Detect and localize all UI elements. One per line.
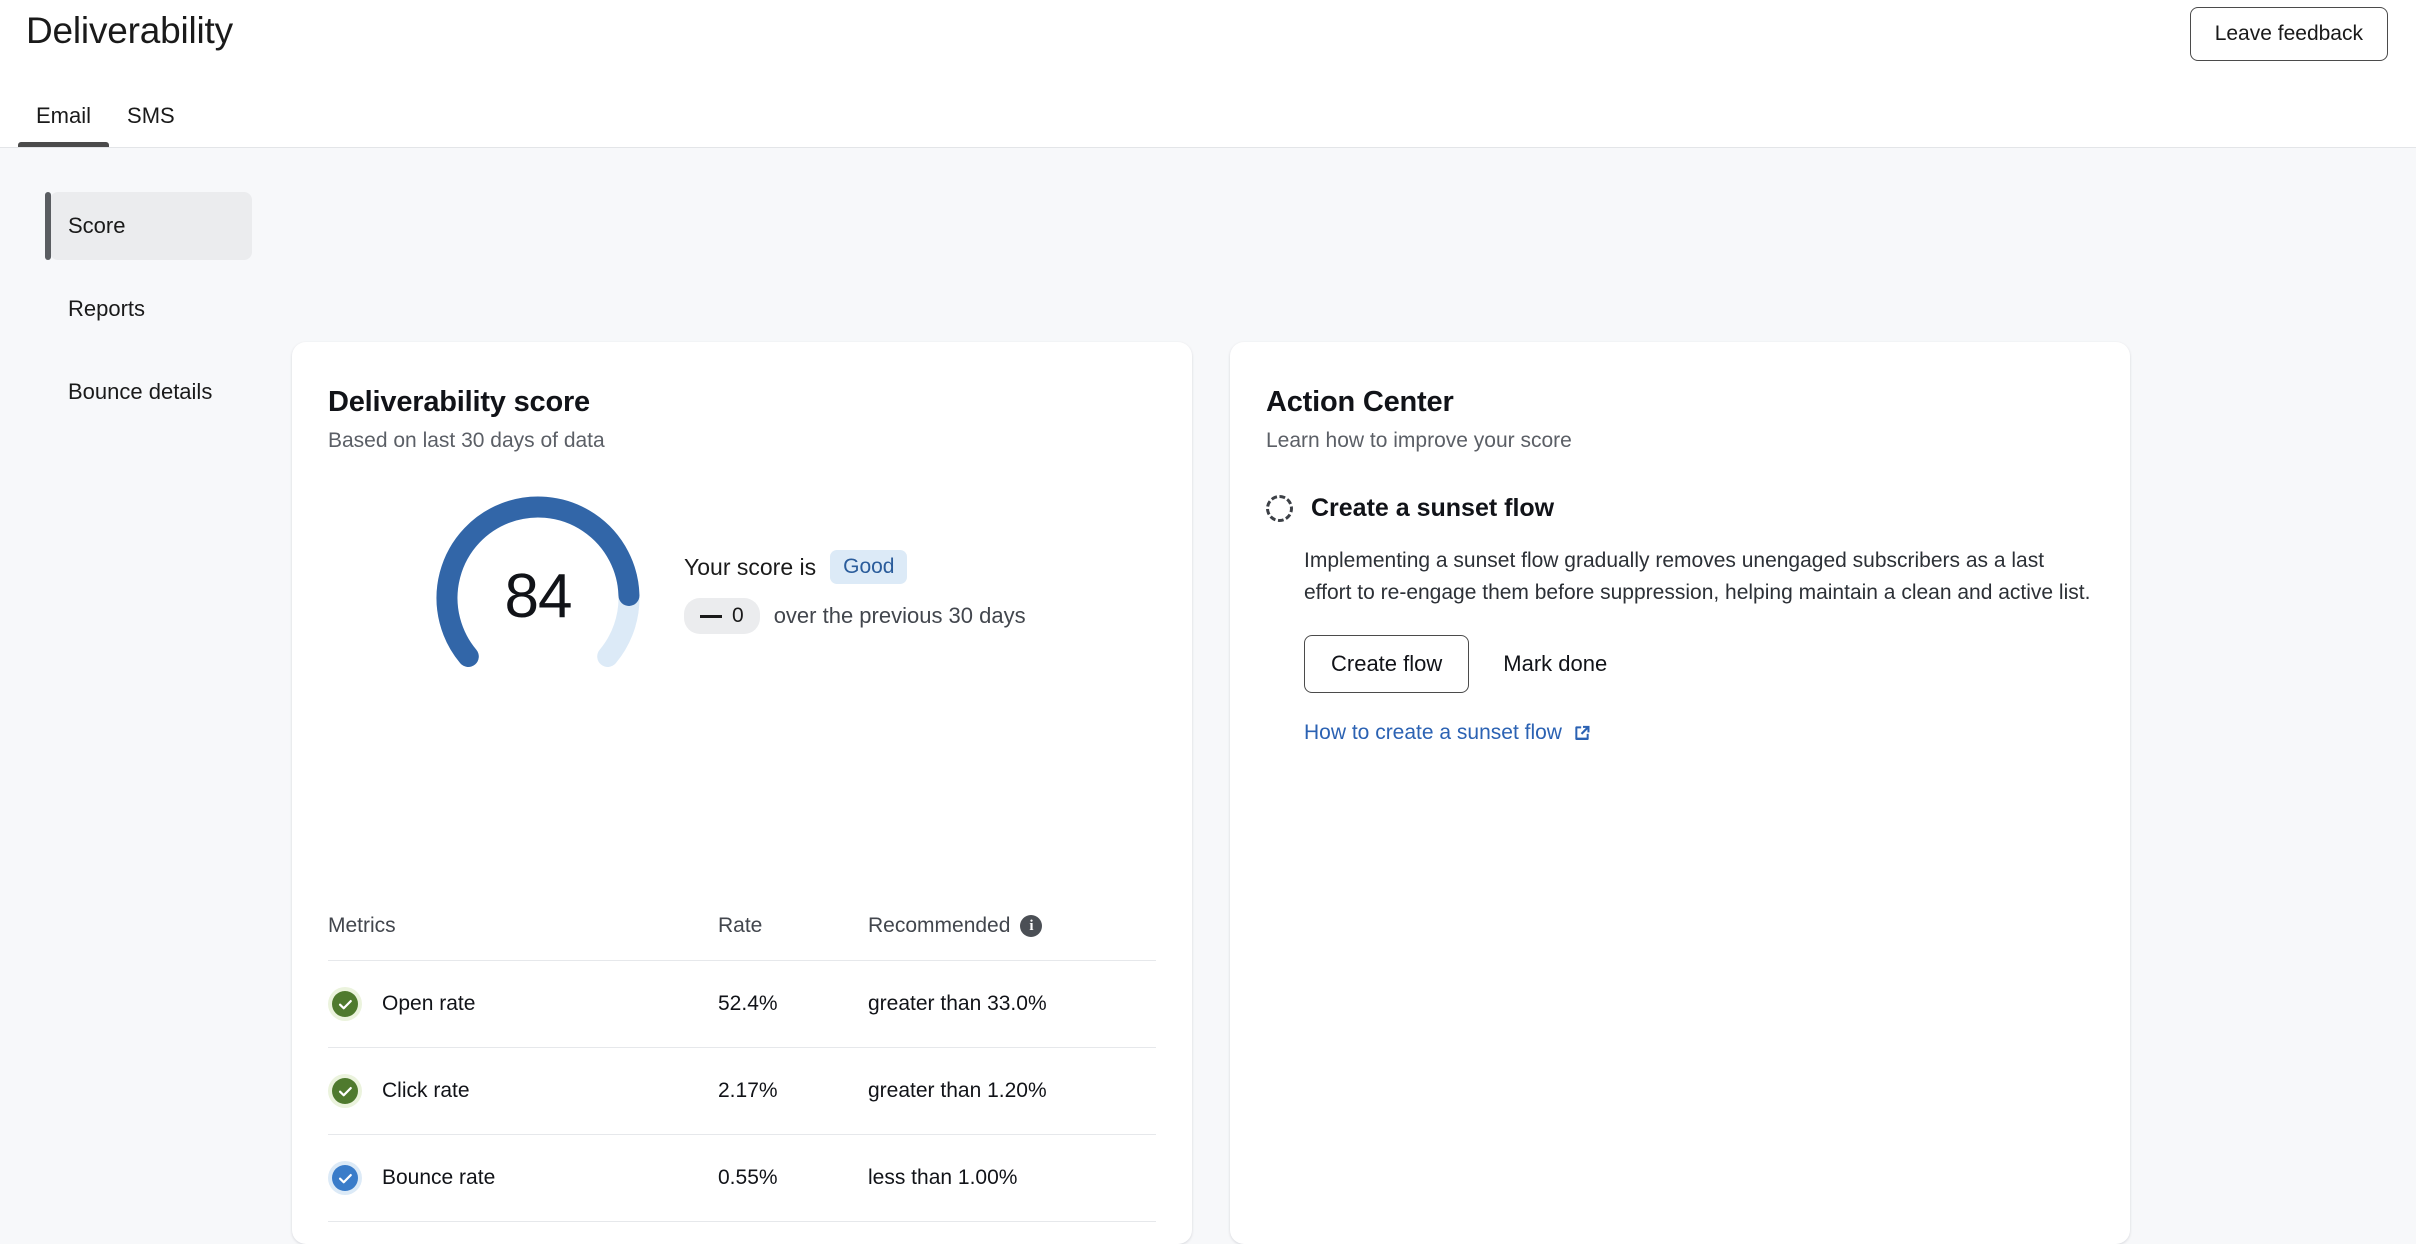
metric-name: Click rate xyxy=(382,1079,470,1102)
sidebar-item-label: Score xyxy=(68,213,126,238)
score-gauge-value: 84 xyxy=(504,561,573,631)
column-header-metrics: Metrics xyxy=(328,914,396,937)
incomplete-circle-icon xyxy=(1266,495,1293,522)
tab-email[interactable]: Email xyxy=(18,103,110,147)
action-item-buttons: Create flow Mark done xyxy=(1304,635,2094,693)
table-row: Unsubscribe rate0.15%less than 0.30% xyxy=(328,1221,1156,1244)
cell-recommended: less than 1.00% xyxy=(868,1134,1156,1222)
metrics-table-body: Open rate 52.4% greater than 33.0% Click ra… xyxy=(328,960,1156,1244)
score-gauge: 84 xyxy=(432,492,644,704)
table-header-row: Metrics Rate Recommended i xyxy=(328,914,1156,961)
how-to-create-sunset-flow-link[interactable]: How to create a sunset flow xyxy=(1304,721,1592,745)
deliverability-score-card: Deliverability score Based on last 30 da… xyxy=(292,342,1192,1244)
page-title: Deliverability xyxy=(26,10,233,51)
score-delta-chip: 0 xyxy=(684,598,760,634)
sidebar-item-label: Bounce details xyxy=(68,379,213,404)
create-flow-button[interactable]: Create flow xyxy=(1304,635,1470,693)
action-link-label: How to create a sunset flow xyxy=(1304,721,1562,744)
cell-rate: 2.17% xyxy=(718,1047,868,1135)
metrics-table: Metrics Rate Recommended i Open rate 52.4… xyxy=(328,914,1156,1244)
flat-trend-icon xyxy=(700,614,722,618)
action-item-title-row: Create a sunset flow xyxy=(1266,494,2094,523)
check-icon xyxy=(338,999,352,1009)
sidebar-item-bounce-details[interactable]: Bounce details xyxy=(50,358,252,426)
page-body: Score Reports Bounce details Deliverabil… xyxy=(0,148,2416,1244)
mark-done-button[interactable]: Mark done xyxy=(1481,635,1629,693)
metrics-table-head: Metrics Rate Recommended i xyxy=(328,914,1156,961)
score-is-label: Your score is xyxy=(684,553,817,580)
score-status-badge: Good xyxy=(830,550,908,584)
score-gauge-row: 84 Your score is Good 0 over the previou… xyxy=(292,492,1192,712)
cell-recommended: less than 0.30% xyxy=(868,1221,1156,1244)
sidebar-item-label: Reports xyxy=(68,296,146,321)
status-green-icon xyxy=(328,1074,362,1108)
sidebar: Score Reports Bounce details xyxy=(0,148,290,426)
cell-rate: 0.55% xyxy=(718,1134,868,1222)
metric-name: Open rate xyxy=(382,992,476,1015)
column-header-recommended-label: Recommended xyxy=(868,914,1011,937)
score-delta-value: 0 xyxy=(732,604,744,627)
cell-rate: 0.15% xyxy=(718,1221,868,1244)
tab-bar: Email SMS xyxy=(18,103,193,147)
sidebar-item-score[interactable]: Score xyxy=(45,192,252,260)
cell-metric: Unsubscribe rate xyxy=(328,1221,718,1244)
column-header-recommended: Recommended i xyxy=(868,914,1156,961)
table-row: Bounce rate 0.55% less than 1.00% xyxy=(328,1134,1156,1222)
score-card-header: Deliverability score Based on last 30 da… xyxy=(328,386,605,453)
action-card-title: Action Center xyxy=(1266,386,1454,418)
table-row: Open rate 52.4% greater than 33.0% xyxy=(328,960,1156,1048)
column-header-rate: Rate xyxy=(718,914,763,937)
cell-recommended: greater than 33.0% xyxy=(868,960,1156,1048)
score-delta-suffix: over the previous 30 days xyxy=(773,603,1026,628)
check-icon xyxy=(338,1086,352,1096)
action-card-header: Action Center Learn how to improve your … xyxy=(1266,386,1572,453)
tab-sms[interactable]: SMS xyxy=(109,103,193,147)
action-center-card: Action Center Learn how to improve your … xyxy=(1230,342,2130,1244)
leave-feedback-button[interactable]: Leave feedback xyxy=(2189,7,2388,61)
cell-rate: 52.4% xyxy=(718,960,868,1048)
cell-metric: Click rate xyxy=(328,1047,718,1135)
external-link-icon xyxy=(1575,725,1590,740)
metric-name: Bounce rate xyxy=(382,1166,496,1189)
action-item-description: Implementing a sunset flow gradually rem… xyxy=(1304,549,2091,604)
cell-recommended: greater than 1.20% xyxy=(868,1047,1156,1135)
status-green-icon xyxy=(328,987,362,1021)
page-header: Deliverability Leave feedback Email SMS xyxy=(0,0,2416,148)
info-icon[interactable]: i xyxy=(1020,915,1043,937)
status-blue-icon xyxy=(328,1161,362,1195)
score-card-title: Deliverability score xyxy=(328,386,590,418)
check-icon xyxy=(338,1173,352,1183)
action-item-title: Create a sunset flow xyxy=(1311,494,1555,522)
sidebar-item-reports[interactable]: Reports xyxy=(50,275,252,343)
table-row: Click rate 2.17% greater than 1.20% xyxy=(328,1047,1156,1135)
action-card-subtitle: Learn how to improve your score xyxy=(1266,429,1572,452)
score-card-subtitle: Based on last 30 days of data xyxy=(328,429,605,452)
cell-metric: Bounce rate xyxy=(328,1134,718,1222)
action-item-sunset-flow: Create a sunset flow Implementing a suns… xyxy=(1266,494,2094,745)
score-summary: Your score is Good 0 over the previous 3… xyxy=(684,550,1026,634)
cell-metric: Open rate xyxy=(328,960,718,1048)
